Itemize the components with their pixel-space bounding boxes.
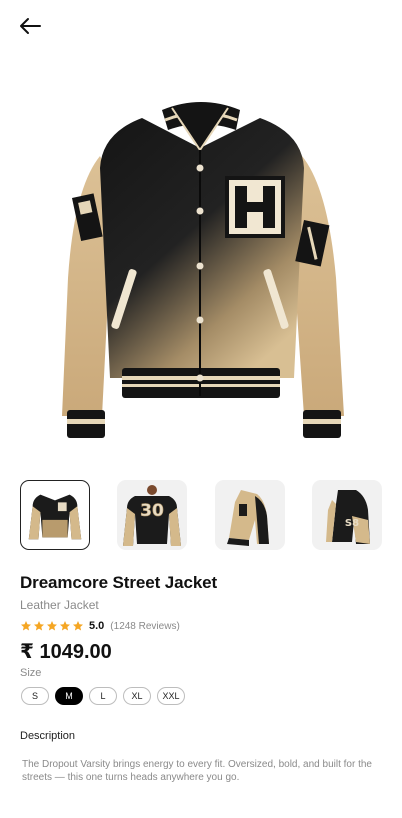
review-count[interactable]: (1248 Reviews) — [110, 621, 179, 632]
size-selector: S M L XL XXL — [21, 687, 185, 705]
star-icon — [21, 621, 31, 631]
thumb-patch-s8: S8 — [345, 518, 359, 529]
thumbnail-gallery: 30 S8 — [20, 480, 382, 550]
arrow-left-icon — [20, 18, 41, 34]
size-option-s[interactable]: S — [21, 687, 49, 705]
size-option-l[interactable]: L — [89, 687, 117, 705]
star-icon — [60, 621, 70, 631]
thumbnail-side[interactable] — [214, 480, 285, 550]
star-icon — [34, 621, 44, 631]
back-button[interactable] — [16, 14, 44, 38]
size-label: Size — [20, 667, 42, 679]
star-icon — [73, 621, 83, 631]
description-label: Description — [20, 730, 76, 742]
product-category: Leather Jacket — [20, 598, 99, 612]
product-hero-image — [22, 78, 380, 460]
size-option-xl[interactable]: XL — [123, 687, 151, 705]
star-rating — [20, 620, 84, 632]
thumb-patch-30: 30 — [140, 501, 164, 521]
thumbnail-sleeve[interactable]: S8 — [311, 480, 382, 550]
star-icon — [47, 621, 57, 631]
thumbnail-front[interactable] — [20, 480, 90, 550]
size-option-m[interactable]: M — [55, 687, 83, 705]
product-title: Dreamcore Street Jacket — [20, 573, 218, 592]
product-price: ₹ 1049.00 — [20, 641, 112, 663]
size-option-xxl[interactable]: XXL — [157, 687, 185, 705]
rating-row: 5.0 (1248 Reviews) — [20, 619, 180, 633]
thumbnail-back[interactable]: 30 — [117, 480, 188, 550]
description-text: The Dropout Varsity brings energy to eve… — [22, 759, 372, 783]
rating-value: 5.0 — [89, 620, 105, 632]
